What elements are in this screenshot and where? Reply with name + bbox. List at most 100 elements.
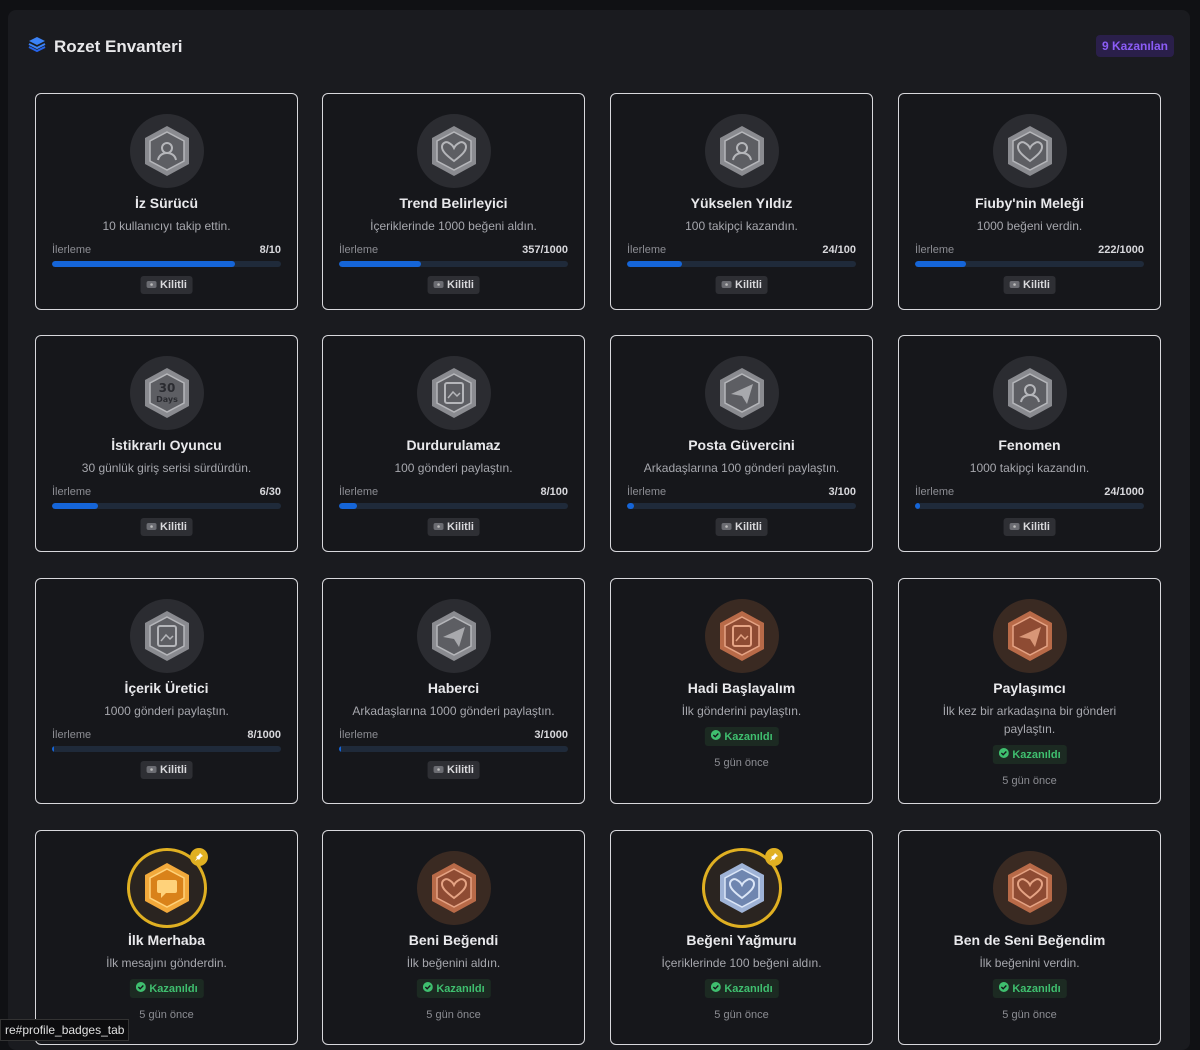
earned-count-badge: 9 Kazanılan [1095,35,1174,57]
progress-fill [52,503,98,509]
badge-card[interactable]: Posta Güvercini Arkadaşlarına 100 gönderi… [610,335,873,552]
progress-fill [339,746,341,752]
locked-label: Kilitli [447,764,474,776]
locked-badge: Kilitli [140,518,193,536]
badge-card[interactable]: Haberci Arkadaşlarına 1000 gönderi paylaş… [322,578,585,804]
badge-title: Beni Beğendi [408,932,499,948]
locked-label: Kilitli [160,764,187,776]
badge-title: Fenomen [998,437,1061,453]
locked-label: Kilitli [160,279,187,291]
badge-description: İçeriklerinde 100 beğeni aldın. [661,956,822,970]
crowd-icon [992,356,1067,430]
status-url: re#profile_badges_tab [0,1019,130,1041]
progress-bar [339,746,568,752]
progress-row: İlerleme 222/1000 [915,244,1144,256]
earned-badge: Kazanıldı [704,979,779,998]
group-icon [704,114,779,188]
progress-label: İlerleme [52,244,92,256]
pin-icon[interactable] [764,848,783,866]
post-icon [704,599,779,673]
locked-badge: Kilitli [1003,518,1056,536]
badge-card[interactable]: Yükselen Yıldız 100 takipçi kazandın. İler… [610,93,873,310]
paper-plane-icon [992,599,1067,673]
paper-plane-icon [704,356,779,430]
progress-label: İlerleme [52,729,92,741]
badge-title: Haberci [427,680,480,696]
progress-fill [52,746,54,752]
svg-text:30: 30 [158,381,175,395]
progress-bar [915,261,1144,267]
heart-icon [416,114,491,188]
locked-badge: Kilitli [715,518,768,536]
badge-description: 1000 takipçi kazandın. [969,461,1090,475]
badge-card[interactable]: Beğeni Yağmuru İçeriklerinde 100 beğeni a… [610,830,873,1045]
locked-label: Kilitli [447,279,474,291]
lock-icon [433,764,444,776]
earned-label: Kazanıldı [1012,748,1061,761]
locked-badge: Kilitli [427,276,480,294]
earned-badge: Kazanıldı [416,979,491,998]
badge-title: İz Sürücü [134,195,198,211]
lock-icon [146,279,157,291]
badge-card[interactable]: Hadi Başlayalım İlk gönderini paylaştın. K… [610,578,873,804]
badge-title: Posta Güvercini [688,437,795,453]
locked-badge: Kilitli [715,276,768,294]
post-icon [416,356,491,430]
badge-card[interactable]: Beni Beğendi İlk beğenini aldın. Kazanıldı… [322,830,585,1045]
badge-card[interactable]: İçerik Üretici 1000 gönderi paylaştın. İle… [35,578,298,804]
badge-description: 1000 beğeni verdin. [976,219,1083,233]
badge-card[interactable]: Paylaşımcı İlk kez bir arkadaşına bir gön… [898,578,1161,804]
hand-heart-icon [992,851,1067,925]
progress-row: İlerleme 8/10 [52,244,281,256]
post-icon [129,599,204,673]
progress-bar [339,503,568,509]
locked-label: Kilitli [1023,279,1050,291]
badge-card[interactable]: İlk Merhaba İlk mesajını gönderdin. Kazanı… [35,830,298,1045]
badge-title: Fiuby'nin Meleği [974,195,1085,211]
progress-bar [52,503,281,509]
badge-card[interactable]: Trend Belirleyici İçeriklerinde 1000 beğe… [322,93,585,310]
check-icon [710,982,721,995]
badge-card[interactable]: Ben de Seni Beğendim İlk beğenini verdin.… [898,830,1161,1045]
earned-label: Kazanıldı [724,730,773,743]
badge-card[interactable]: Fiuby'nin Meleği 1000 beğeni verdin. İlerl… [898,93,1161,310]
badge-card[interactable]: İz Sürücü 10 kullanıcıyı takip ettin. İler… [35,93,298,310]
progress-bar [52,746,281,752]
badge-title: Trend Belirleyici [399,195,508,211]
badge-title: İçerik Üretici [124,680,209,696]
badge-description: İlk kez bir arkadaşına bir gönderi payla… [942,704,1117,736]
lock-icon [721,521,732,533]
progress-value: 3/100 [828,486,856,498]
earned-time: 5 gün önce [426,1009,481,1021]
pin-icon[interactable] [189,848,208,866]
progress-value: 8/10 [259,244,281,256]
earned-label: Kazanıldı [1012,982,1061,995]
progress-value: 8/1000 [247,729,281,741]
locked-badge: Kilitli [1003,276,1056,294]
thirty-days-icon: 30 Days [129,356,204,430]
locked-label: Kilitli [735,521,762,533]
locked-badge: Kilitli [140,761,193,779]
check-icon [135,982,146,995]
progress-bar [339,261,568,267]
progress-label: İlerleme [52,486,92,498]
badge-card[interactable]: 30 Days İstikrarlı Oyuncu 30 günlük giriş s… [35,335,298,552]
progress-bar [627,261,856,267]
badge-card[interactable]: Fenomen 1000 takipçi kazandın. İlerleme 24/… [898,335,1161,552]
earned-label: Kazanıldı [724,982,773,995]
page-title: Rozet Envanteri [54,36,183,56]
lock-icon [146,521,157,533]
check-icon [710,730,721,743]
lock-icon [433,521,444,533]
badge-title: Paylaşımcı [993,680,1066,696]
progress-value: 357/1000 [522,244,568,256]
badge-description: 10 kullanıcıyı takip ettin. [102,219,231,233]
progress-fill [339,261,421,267]
hand-heart-icon [992,114,1067,188]
badge-description: İlk beğenini aldın. [406,956,501,970]
badge-title: İstikrarlı Oyuncu [111,437,222,453]
progress-label: İlerleme [915,244,955,256]
progress-row: İlerleme 24/1000 [915,486,1144,498]
badge-card[interactable]: Durdurulamaz 100 gönderi paylaştın. İlerle… [322,335,585,552]
progress-row: İlerleme 357/1000 [339,244,568,256]
